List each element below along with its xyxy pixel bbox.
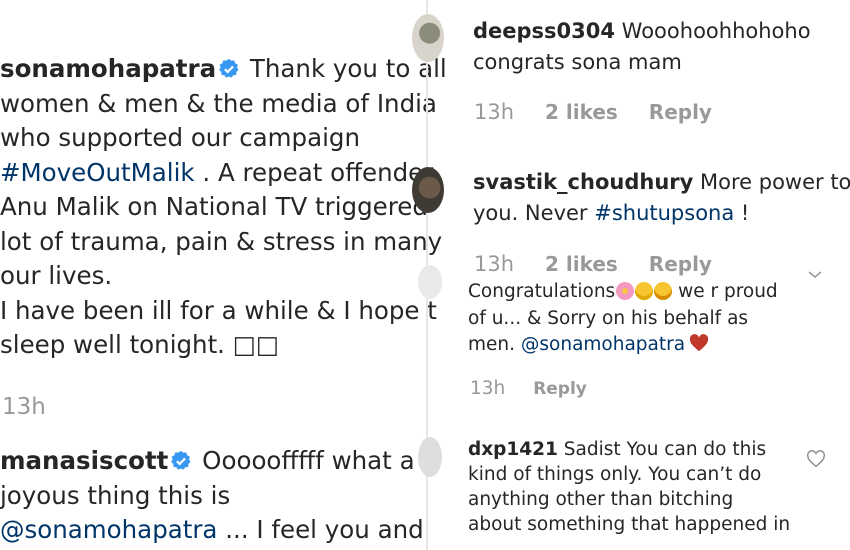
comment-text: Sadist You can do this xyxy=(557,439,767,460)
post-text-line9: sleep well tonight. □□ xyxy=(0,330,280,359)
hashtag-shutupsona[interactable]: #shutupsona xyxy=(594,201,734,225)
avatar-commenter[interactable] xyxy=(418,265,442,299)
comment-username-svastik-choudhury[interactable]: svastik_choudhury xyxy=(473,170,693,194)
post-text-line8: I have been ill for a while & I hope t xyxy=(0,295,437,325)
comment-text-line3: ... I feel you and xyxy=(217,515,424,544)
comment-text: of u... & Sorry on his behalf as xyxy=(468,307,749,329)
post-text-line3: who supported our campaign xyxy=(0,123,360,152)
comment-text: you. Never xyxy=(473,201,595,225)
comment-text-line2: joyous thing this is xyxy=(0,480,231,510)
comment-svastik-choudhury: svastik_choudhury More power to you. Nev… xyxy=(473,167,850,229)
comment-username-deepss0304[interactable]: deepss0304 xyxy=(473,19,615,43)
heart-icon[interactable] xyxy=(806,450,826,468)
reply-button[interactable]: Reply xyxy=(533,379,587,399)
comment-meta-row: 13h Reply xyxy=(470,378,587,399)
comment-dxp1421: dxp1421 Sadist You can do this kind of t… xyxy=(468,437,790,537)
comment-text: we r proud xyxy=(672,281,778,302)
comment-username-dxp1421[interactable]: dxp1421 xyxy=(468,439,558,460)
comment-username-manasiscott[interactable]: manasiscott xyxy=(0,446,168,475)
comment-text: congrats sona mam xyxy=(473,50,682,74)
comment-time: 13h xyxy=(474,100,515,124)
post-text-line4: . A repeat offender xyxy=(194,157,434,187)
likes-count[interactable]: 2 likes xyxy=(545,252,618,276)
flower-emoji-icon xyxy=(616,282,635,300)
post-text-line2: women & men & the media of India xyxy=(0,88,437,118)
post-text-line5: Anu Malik on National TV triggered xyxy=(0,192,428,221)
comment-meta-row: 13h 2 likes Reply xyxy=(474,252,712,276)
comment-time: 13h xyxy=(474,252,515,276)
smile-emoji-icon xyxy=(635,282,654,300)
post-username-sonamohapatra[interactable]: sonamohapatra xyxy=(0,54,216,83)
heart-icon xyxy=(689,334,709,352)
mention-sonamohapatra[interactable]: @sonamohapatra xyxy=(0,515,217,544)
reply-button[interactable]: Reply xyxy=(649,100,712,124)
mention-sonamohapatra[interactable]: @sonamohapatra xyxy=(521,334,685,355)
avatar-deepss0304[interactable] xyxy=(412,14,444,62)
avatar-dxp1421[interactable] xyxy=(418,437,442,477)
comment-meta-row: 13h 2 likes Reply xyxy=(474,100,712,124)
reply-button[interactable]: Reply xyxy=(649,252,712,276)
post-text-line1: Thank you to all xyxy=(242,54,447,83)
verified-badge-icon xyxy=(219,58,239,78)
likes-count[interactable]: 2 likes xyxy=(545,100,618,124)
verified-badge-icon xyxy=(171,450,191,470)
left-comment-manasiscott: manasiscott Ooooofffff what a joyous thi… xyxy=(0,444,426,548)
comment-time: 13h xyxy=(470,378,506,399)
comment-deepss0304: deepss0304 Wooohoohhohoho congrats sona … xyxy=(473,16,811,78)
comment-text: kind of things only. You can’t do xyxy=(468,464,762,485)
chevron-down-icon[interactable] xyxy=(808,270,822,280)
comment-congratulations: Congratulations we r proud of u... & Sor… xyxy=(468,279,778,359)
astonished-emoji-icon xyxy=(654,282,673,300)
comment-text: men. xyxy=(468,334,521,355)
post-text-line6: lot of trauma, pain & stress in many xyxy=(0,226,443,256)
left-post-caption: sonamohapatra Thank you to all women & m… xyxy=(0,52,447,363)
comment-text: More power to xyxy=(693,170,850,194)
avatar-svastik-choudhury[interactable] xyxy=(412,167,444,213)
comment-text: ! xyxy=(734,201,750,225)
comment-text: Wooohoohhohoho xyxy=(615,19,811,43)
comment-text: Congratulations xyxy=(468,281,616,302)
comment-text-line1: Ooooofffff what a xyxy=(194,446,415,475)
comment-text: about something that happened in xyxy=(468,514,791,535)
comment-text: anything other than bitching xyxy=(468,489,734,510)
post-timestamp: 13h xyxy=(2,394,46,420)
hashtag-moveoutmalik[interactable]: #MoveOutMalik xyxy=(0,158,195,187)
post-text-line7: our lives. xyxy=(0,261,113,290)
